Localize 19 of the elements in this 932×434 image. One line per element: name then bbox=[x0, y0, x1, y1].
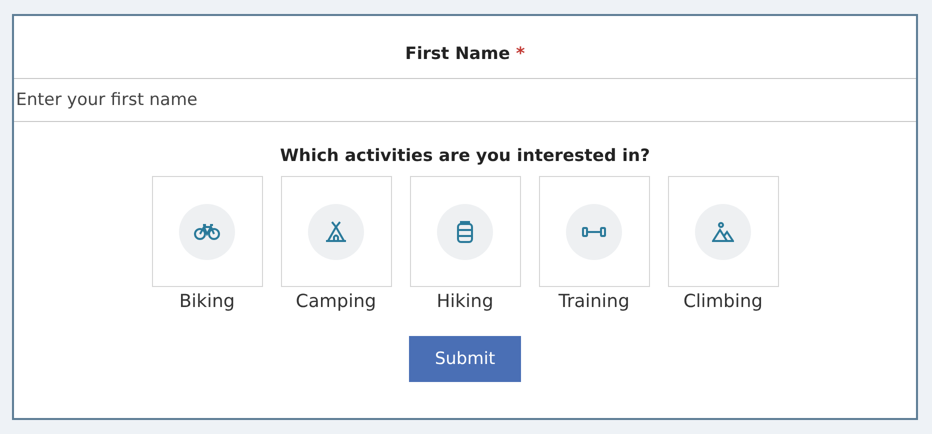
activity-tile[interactable] bbox=[280, 176, 392, 287]
activity-tile[interactable] bbox=[538, 176, 650, 287]
bicycle-icon bbox=[194, 224, 220, 240]
activity-tile[interactable] bbox=[668, 176, 778, 287]
activity-label: Hiking bbox=[436, 291, 494, 312]
tent-icon bbox=[325, 220, 347, 242]
dumbbell-icon bbox=[581, 224, 607, 238]
activity-label: Climbing bbox=[683, 291, 763, 312]
mountain-icon bbox=[712, 222, 734, 242]
activity-label: Biking bbox=[179, 291, 235, 312]
activity-label: Training bbox=[558, 291, 630, 312]
activity-tile[interactable] bbox=[410, 176, 520, 287]
activity-label: Camping bbox=[296, 291, 376, 312]
submit-button[interactable]: Submit bbox=[409, 336, 521, 382]
question-text: Which activities are you interested in? bbox=[280, 146, 650, 166]
required-mark: * bbox=[516, 44, 525, 66]
activity-tile[interactable] bbox=[152, 176, 262, 287]
first-name-field[interactable]: Enter your first name bbox=[14, 78, 916, 122]
field-label: First Name bbox=[405, 44, 510, 66]
